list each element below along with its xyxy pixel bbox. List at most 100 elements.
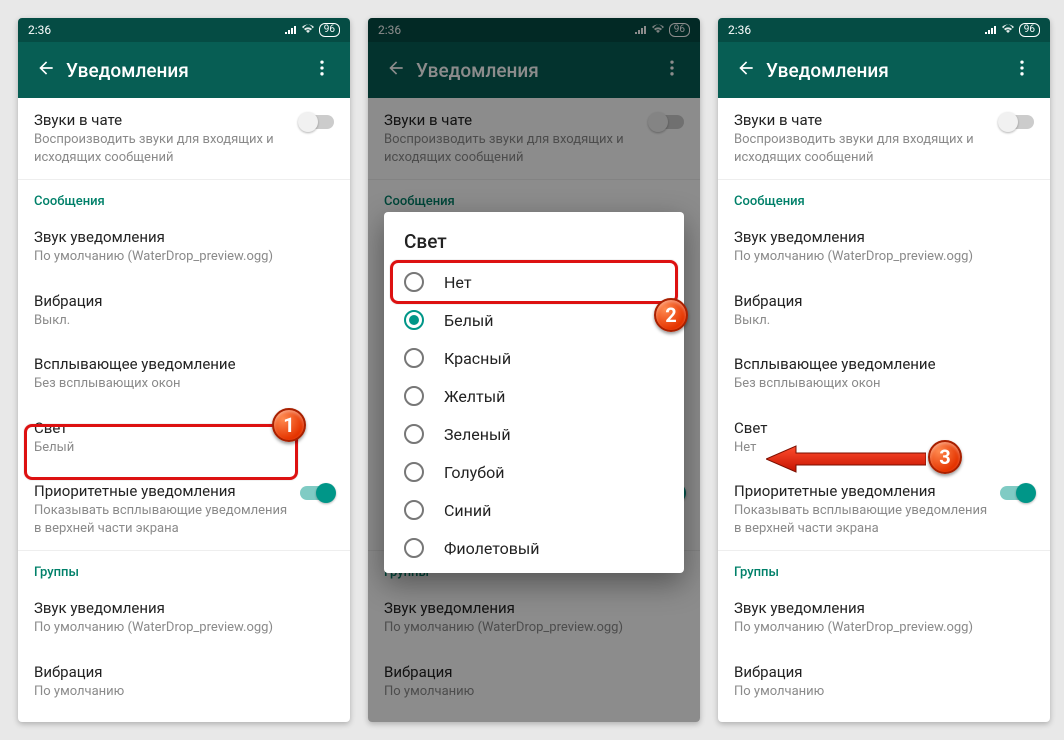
- light-title: Свет: [34, 419, 334, 437]
- status-time: 2:36: [728, 23, 751, 37]
- priority-toggle[interactable]: [1000, 486, 1034, 500]
- status-bar: 2:36 96: [18, 18, 350, 42]
- row-group-sound[interactable]: Звук уведомления По умолчанию (WaterDrop…: [718, 586, 1050, 650]
- row-vibration[interactable]: Вибрация Выкл.: [18, 279, 350, 343]
- row-notif-sound[interactable]: Звук уведомления По умолчанию (WaterDrop…: [18, 215, 350, 279]
- screenshot-1: 2:36 96 Уведомления Звуки в чате Воспрои…: [18, 18, 350, 722]
- option-label: Голубой: [444, 463, 504, 482]
- light-option-none[interactable]: Нет: [384, 263, 684, 301]
- notif-sound-sub: По умолчанию (WaterDrop_preview.ogg): [34, 248, 334, 266]
- row-vibration[interactable]: Вибрация Выкл.: [718, 279, 1050, 343]
- group-sound-sub: По умолчанию (WaterDrop_preview.ogg): [34, 619, 334, 637]
- row-group-sound[interactable]: Звук уведомления По умолчанию (WaterDrop…: [18, 586, 350, 650]
- radio-icon: [404, 272, 424, 292]
- chat-sounds-sub: Воспроизводить звуки для входящих и исхо…: [734, 131, 992, 166]
- notif-sound-title: Звук уведомления: [734, 228, 1034, 246]
- radio-icon: [404, 538, 424, 558]
- status-time: 2:36: [28, 23, 51, 37]
- priority-title: Приоритетные уведомления: [734, 482, 992, 500]
- light-option-yellow[interactable]: Желтый: [384, 377, 684, 415]
- screenshot-3: 2:36 96 Уведомления Звуки в чате Воспрои…: [718, 18, 1050, 722]
- dialog-title: Свет: [384, 212, 684, 263]
- option-label: Желтый: [444, 387, 505, 406]
- priority-toggle[interactable]: [300, 486, 334, 500]
- row-chat-sounds[interactable]: Звуки в чате Воспроизводить звуки для вх…: [718, 98, 1050, 179]
- chat-sounds-toggle[interactable]: [1000, 115, 1034, 129]
- option-label: Белый: [444, 311, 493, 330]
- row-priority[interactable]: Приоритетные уведомления Показывать вспл…: [718, 469, 1050, 550]
- vibration-sub: Выкл.: [34, 312, 334, 330]
- option-label: Зеленый: [444, 425, 511, 444]
- option-label: Синий: [444, 501, 491, 520]
- vibration-title: Вибрация: [734, 292, 1034, 310]
- radio-icon: [404, 310, 424, 330]
- light-option-blue[interactable]: Синий: [384, 491, 684, 529]
- light-sub: Нет: [734, 439, 1034, 457]
- radio-icon: [404, 424, 424, 444]
- notif-sound-sub: По умолчанию (WaterDrop_preview.ogg): [734, 248, 1034, 266]
- light-option-green[interactable]: Зеленый: [384, 415, 684, 453]
- vibration-title: Вибрация: [34, 292, 334, 310]
- popup-title: Всплывающее уведомление: [34, 355, 334, 373]
- wifi-icon: [301, 23, 315, 37]
- section-groups: Группы: [718, 551, 1050, 586]
- row-light[interactable]: Свет Нет: [718, 406, 1050, 470]
- row-priority[interactable]: Приоритетные уведомления Показывать вспл…: [18, 469, 350, 550]
- group-vibration-title: Вибрация: [734, 663, 1034, 681]
- row-light[interactable]: Свет Белый: [18, 406, 350, 470]
- row-popup[interactable]: Всплывающее уведомление Без всплывающих …: [718, 342, 1050, 406]
- page-title: Уведомления: [766, 59, 1002, 82]
- chat-sounds-title: Звуки в чате: [34, 111, 292, 129]
- section-messages: Сообщения: [18, 180, 350, 215]
- popup-sub: Без всплывающих окон: [734, 375, 1034, 393]
- vibration-sub: Выкл.: [734, 312, 1034, 330]
- app-bar: Уведомления: [18, 42, 350, 98]
- settings-list: Звуки в чате Воспроизводить звуки для вх…: [18, 98, 350, 722]
- popup-sub: Без всплывающих окон: [34, 375, 334, 393]
- more-button[interactable]: [1002, 58, 1042, 83]
- wifi-icon: [1001, 23, 1015, 37]
- group-sound-title: Звук уведомления: [34, 599, 334, 617]
- row-group-vibration[interactable]: Вибрация По умолчанию: [718, 650, 1050, 714]
- row-notif-sound[interactable]: Звук уведомления По умолчанию (WaterDrop…: [718, 215, 1050, 279]
- signal-icon: [285, 23, 297, 37]
- page-title: Уведомления: [66, 59, 302, 82]
- row-popup[interactable]: Всплывающее уведомление Без всплывающих …: [18, 342, 350, 406]
- status-bar: 2:36 96: [718, 18, 1050, 42]
- notif-sound-title: Звук уведомления: [34, 228, 334, 246]
- back-button[interactable]: [26, 58, 66, 83]
- popup-title: Всплывающее уведомление: [734, 355, 1034, 373]
- battery-indicator: 96: [1019, 23, 1040, 37]
- chat-sounds-toggle[interactable]: [300, 115, 334, 129]
- signal-icon: [985, 23, 997, 37]
- app-bar: Уведомления: [718, 42, 1050, 98]
- group-vibration-sub: По умолчанию: [734, 683, 1034, 701]
- priority-title: Приоритетные уведомления: [34, 482, 292, 500]
- light-dialog: Свет Нет Белый Красный Желтый Зеленый Го…: [384, 212, 684, 573]
- light-option-cyan[interactable]: Голубой: [384, 453, 684, 491]
- row-chat-sounds[interactable]: Звуки в чате Воспроизводить звуки для вх…: [18, 98, 350, 179]
- status-right: 96: [285, 23, 340, 37]
- section-messages: Сообщения: [718, 180, 1050, 215]
- radio-icon: [404, 386, 424, 406]
- back-button[interactable]: [726, 58, 766, 83]
- light-title: Свет: [734, 419, 1034, 437]
- priority-sub: Показывать всплывающие уведомления в вер…: [734, 502, 992, 537]
- screenshot-2: 2:36 96 Уведомления Звуки в чате Воспрои…: [368, 18, 700, 722]
- chat-sounds-sub: Воспроизводить звуки для входящих и исхо…: [34, 131, 292, 166]
- battery-indicator: 96: [319, 23, 340, 37]
- light-sub: Белый: [34, 439, 334, 457]
- light-option-violet[interactable]: Фиолетовый: [384, 529, 684, 567]
- light-option-white[interactable]: Белый: [384, 301, 684, 339]
- group-sound-sub: По умолчанию (WaterDrop_preview.ogg): [734, 619, 1034, 637]
- option-label: Нет: [444, 273, 472, 292]
- group-vibration-sub: По умолчанию: [34, 683, 334, 701]
- chat-sounds-title: Звуки в чате: [734, 111, 992, 129]
- more-button[interactable]: [302, 58, 342, 83]
- radio-icon: [404, 500, 424, 520]
- section-groups: Группы: [18, 551, 350, 586]
- radio-icon: [404, 462, 424, 482]
- light-option-red[interactable]: Красный: [384, 339, 684, 377]
- row-group-vibration[interactable]: Вибрация По умолчанию: [18, 650, 350, 714]
- settings-list: Звуки в чате Воспроизводить звуки для вх…: [718, 98, 1050, 722]
